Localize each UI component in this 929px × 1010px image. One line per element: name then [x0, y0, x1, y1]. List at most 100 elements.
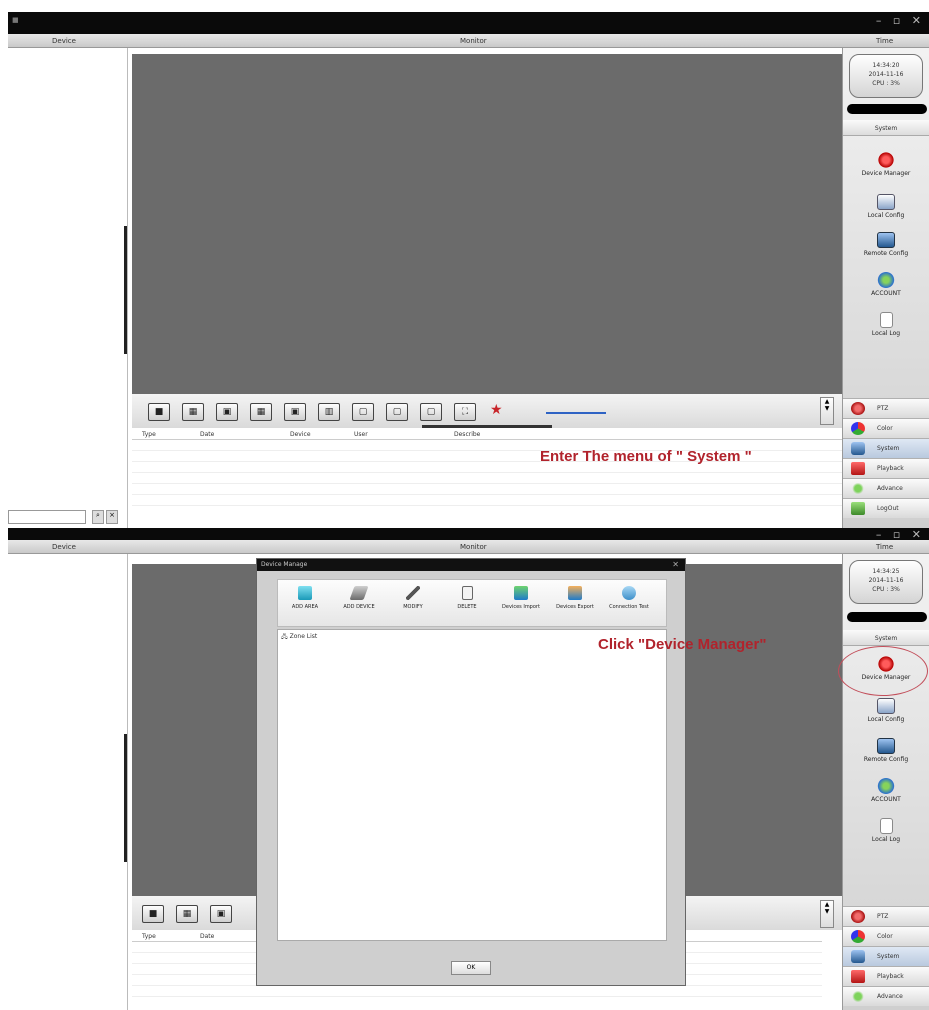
config-icon	[877, 698, 895, 714]
nav-playback[interactable]: Playback	[843, 966, 929, 986]
advance-icon	[851, 482, 865, 495]
layout-13-button[interactable]: ▣	[284, 403, 306, 421]
layout-25-button[interactable]: ▢	[386, 403, 408, 421]
star-icon[interactable]: ★	[490, 402, 503, 418]
nav-advance-label: Advance	[877, 485, 903, 492]
clock-date: 2014-11-16	[868, 577, 904, 584]
account-label: ACCOUNT	[871, 796, 901, 803]
close-icon[interactable]: ✕	[672, 560, 679, 569]
dialog-title-bar: Device Manage ✕	[257, 559, 685, 571]
tree-root-label: Zone List	[289, 633, 318, 640]
layout-6-button[interactable]: ▣	[216, 403, 238, 421]
layout-4-button[interactable]: ▦	[176, 905, 198, 923]
layout-36-button[interactable]: ▢	[420, 403, 442, 421]
remote-config-item[interactable]: Remote Config	[843, 738, 929, 763]
connection-test-label: Connection Test	[609, 604, 649, 610]
document-icon	[879, 312, 893, 328]
nav-logout[interactable]: LogOut	[843, 498, 929, 518]
zone-tree[interactable]: 🖧 Zone List	[277, 629, 667, 941]
left-splitter[interactable]	[124, 734, 127, 862]
col-describe: Describe	[454, 431, 481, 438]
nav-advance[interactable]: Advance	[843, 986, 929, 1006]
color-icon	[851, 422, 865, 435]
tree-root[interactable]: 🖧 Zone List	[281, 632, 317, 642]
nav-playback[interactable]: Playback	[843, 458, 929, 478]
layout-9-button[interactable]: ▦	[250, 403, 272, 421]
system-icon	[851, 442, 865, 455]
nav-system[interactable]: System	[843, 946, 929, 966]
status-bar	[847, 104, 927, 114]
scroll-arrows[interactable]: ▲ ▼	[820, 900, 834, 928]
title-bar: – ▫ ✕	[8, 528, 929, 541]
clock-time: 14:34:20	[872, 62, 900, 69]
ptz-icon	[851, 402, 865, 415]
layout-6-button[interactable]: ▣	[210, 905, 232, 923]
local-log-item[interactable]: Local Log	[843, 818, 929, 843]
devices-export-button[interactable]: Devices Export	[550, 584, 600, 610]
layout-16-button[interactable]: ▥	[318, 403, 340, 421]
nav-playback-label: Playback	[877, 973, 904, 980]
layout-4-button[interactable]: ▦	[182, 403, 204, 421]
time-header: Time	[876, 543, 894, 551]
nav-color[interactable]: Color	[843, 926, 929, 946]
nav-ptz-label: PTZ	[877, 405, 889, 412]
delete-button[interactable]: DELETE	[442, 584, 492, 610]
clock-time: 14:34:25	[872, 568, 900, 575]
layout-20-button[interactable]: ▢	[352, 403, 374, 421]
delete-label: DELETE	[457, 604, 477, 610]
window-controls[interactable]: – ▫ ✕	[876, 14, 925, 27]
devices-export-label: Devices Export	[556, 604, 594, 610]
local-config-item[interactable]: Local Config	[843, 698, 929, 723]
remote-config-item[interactable]: Remote Config	[843, 232, 929, 257]
col-date: Date	[200, 933, 215, 940]
nav-ptz[interactable]: PTZ	[843, 398, 929, 418]
nav-logout-label: LogOut	[877, 505, 899, 512]
cpu-usage: CPU : 3%	[872, 586, 900, 593]
devices-import-label: Devices Import	[502, 604, 540, 610]
volume-slider[interactable]	[546, 412, 606, 414]
clock-display: 14:34:25 2014-11-16 CPU : 3%	[849, 560, 923, 604]
color-icon	[851, 930, 865, 943]
ptz-icon	[851, 910, 865, 923]
device-manager-item[interactable]: Device Manager	[843, 152, 929, 177]
table-row	[132, 986, 822, 997]
system-header: System	[843, 630, 929, 646]
local-config-item[interactable]: Local Config	[843, 194, 929, 219]
device-search-input[interactable]	[8, 510, 86, 524]
layout-1-button[interactable]: ■	[142, 905, 164, 923]
local-config-label: Local Config	[867, 212, 905, 219]
ok-button[interactable]: OK	[451, 961, 491, 975]
local-log-item[interactable]: Local Log	[843, 312, 929, 337]
remote-config-label: Remote Config	[863, 250, 909, 257]
search-button[interactable]: ⌕	[92, 510, 104, 524]
add-area-button[interactable]: ADD AREA	[280, 584, 330, 610]
pencil-icon	[406, 586, 420, 600]
nav-advance[interactable]: Advance	[843, 478, 929, 498]
nav-system[interactable]: System	[843, 438, 929, 458]
nav-color[interactable]: Color	[843, 418, 929, 438]
video-monitor-area[interactable]	[132, 54, 842, 394]
devices-import-button[interactable]: Devices Import	[496, 584, 546, 610]
split-handle[interactable]	[422, 425, 552, 428]
account-icon	[877, 778, 895, 794]
device-tree-pane[interactable]	[8, 554, 128, 1010]
add-area-label: ADD AREA	[291, 604, 319, 610]
table-row	[132, 484, 842, 495]
layout-1-button[interactable]: ■	[148, 403, 170, 421]
scroll-arrows[interactable]: ▲ ▼	[820, 397, 834, 425]
left-splitter[interactable]	[124, 226, 127, 354]
modify-button[interactable]: MODIFY	[388, 584, 438, 610]
add-device-button[interactable]: ADD DEVICE	[334, 584, 384, 610]
account-item[interactable]: ACCOUNT	[843, 778, 929, 803]
nav-playback-label: Playback	[877, 465, 904, 472]
right-control-panel: 14:34:20 2014-11-16 CPU : 3% System Devi…	[842, 48, 929, 528]
connection-test-button[interactable]: Connection Test	[604, 584, 654, 610]
account-item[interactable]: ACCOUNT	[843, 272, 929, 297]
dialog-toolbar: ADD AREA ADD DEVICE MODIFY DELETE Device…	[277, 579, 667, 627]
nav-ptz[interactable]: PTZ	[843, 906, 929, 926]
device-tree-pane[interactable]	[8, 48, 128, 528]
fullscreen-button[interactable]: ⛶	[454, 403, 476, 421]
nav-color-label: Color	[877, 933, 893, 940]
clear-button[interactable]: ×	[106, 510, 118, 524]
system-header: System	[843, 120, 929, 136]
